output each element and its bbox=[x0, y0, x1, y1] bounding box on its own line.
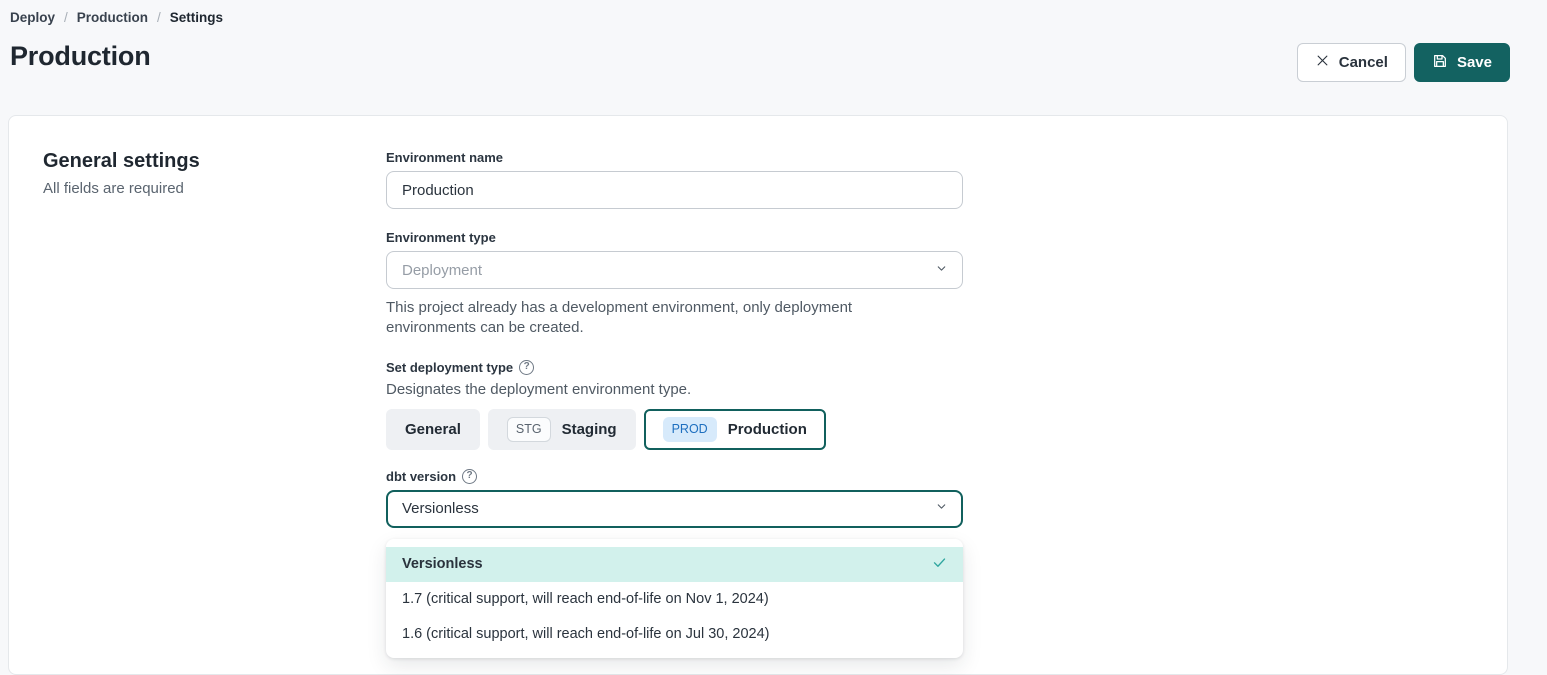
breadcrumb: Deploy / Production / Settings bbox=[10, 10, 1510, 25]
dropdown-option-versionless[interactable]: Versionless bbox=[386, 547, 963, 582]
dbt-version-label-text: dbt version bbox=[386, 469, 456, 484]
page-header: Deploy / Production / Settings Productio… bbox=[0, 0, 1547, 72]
checkmark-icon bbox=[932, 555, 947, 574]
environment-name-label-text: Environment name bbox=[386, 150, 503, 165]
environment-type-label: Environment type bbox=[386, 230, 963, 245]
dropdown-option-1-7[interactable]: 1.7 (critical support, will reach end-of… bbox=[386, 582, 963, 617]
environment-type-label-text: Environment type bbox=[386, 230, 496, 245]
deployment-type-production-button[interactable]: PROD Production bbox=[644, 409, 826, 450]
environment-type-value: Deployment bbox=[402, 262, 482, 279]
deployment-type-label-text: Set deployment type bbox=[386, 360, 513, 375]
dbt-version-dropdown: Versionless 1.7 (critical support, will … bbox=[386, 539, 963, 658]
breadcrumb-separator: / bbox=[157, 10, 161, 25]
dropdown-option-1-6[interactable]: 1.6 (critical support, will reach end-of… bbox=[386, 617, 963, 652]
settings-form: Environment name Environment type Deploy… bbox=[386, 150, 963, 528]
floppy-disk-icon bbox=[1432, 53, 1448, 73]
dropdown-option-label: 1.6 (critical support, will reach end-of… bbox=[402, 626, 770, 642]
dropdown-option-label: Versionless bbox=[402, 556, 483, 572]
stg-badge: STG bbox=[507, 417, 551, 442]
deployment-type-production-label: Production bbox=[728, 421, 807, 438]
section-subheading: All fields are required bbox=[43, 180, 386, 197]
prod-badge: PROD bbox=[663, 417, 717, 442]
breadcrumb-deploy[interactable]: Deploy bbox=[10, 10, 55, 25]
section-intro: General settings All fields are required bbox=[43, 150, 386, 528]
save-button[interactable]: Save bbox=[1414, 43, 1510, 82]
dropdown-option-label: 1.7 (critical support, will reach end-of… bbox=[402, 591, 769, 607]
breadcrumb-separator: / bbox=[64, 10, 68, 25]
environment-name-label: Environment name bbox=[386, 150, 963, 165]
deployment-type-general-button[interactable]: General bbox=[386, 409, 480, 450]
deployment-type-general-label: General bbox=[405, 421, 461, 438]
help-circle-icon[interactable]: ? bbox=[519, 360, 534, 375]
cancel-button[interactable]: Cancel bbox=[1297, 43, 1406, 82]
cancel-button-label: Cancel bbox=[1339, 54, 1388, 71]
header-actions: Cancel Save bbox=[1297, 43, 1510, 82]
environment-type-select[interactable]: Deployment bbox=[386, 251, 963, 289]
deployment-type-options: General STG Staging PROD Production bbox=[386, 409, 963, 450]
close-icon bbox=[1315, 53, 1330, 72]
chevron-down-icon bbox=[935, 262, 948, 279]
help-circle-icon[interactable]: ? bbox=[462, 469, 477, 484]
environment-type-helper: This project already has a development e… bbox=[386, 298, 938, 339]
dbt-version-select[interactable]: Versionless bbox=[386, 490, 963, 528]
breadcrumb-settings: Settings bbox=[170, 10, 223, 25]
deployment-type-staging-button[interactable]: STG Staging bbox=[488, 409, 636, 450]
environment-name-input[interactable] bbox=[386, 171, 963, 209]
general-settings-card: General settings All fields are required… bbox=[8, 115, 1508, 675]
dbt-version-label: dbt version ? bbox=[386, 469, 963, 484]
deployment-type-label: Set deployment type ? bbox=[386, 360, 963, 375]
chevron-down-icon bbox=[935, 500, 948, 517]
page-title: Production bbox=[10, 41, 1510, 72]
dbt-version-value: Versionless bbox=[402, 500, 479, 517]
save-button-label: Save bbox=[1457, 54, 1492, 71]
deployment-type-staging-label: Staging bbox=[562, 421, 617, 438]
deployment-type-description: Designates the deployment environment ty… bbox=[386, 381, 963, 398]
section-heading: General settings bbox=[43, 150, 386, 173]
breadcrumb-production[interactable]: Production bbox=[77, 10, 148, 25]
